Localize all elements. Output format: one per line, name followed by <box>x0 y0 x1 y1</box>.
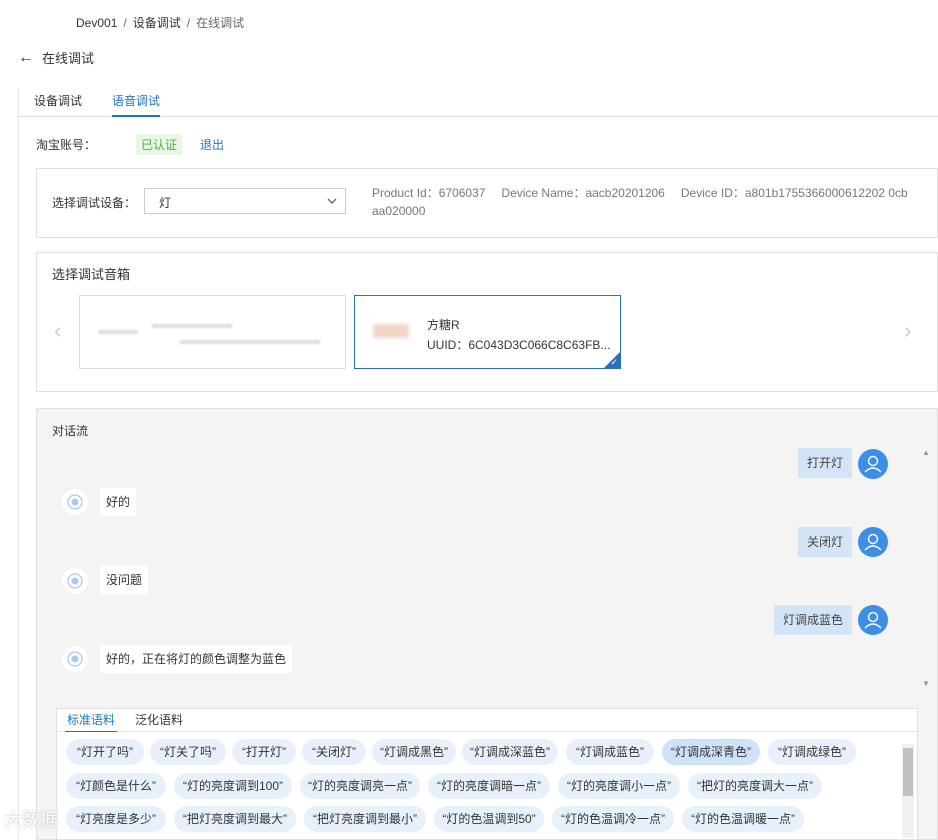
user-avatar-icon <box>858 449 888 479</box>
sample-chip[interactable]: “把灯的亮度调大一点” <box>688 773 822 799</box>
user-avatar-icon <box>858 605 888 635</box>
sample-chip[interactable]: “灯关了吗” <box>150 739 226 765</box>
speaker-card[interactable] <box>79 295 346 369</box>
speaker-card-uuid: UUID：6C043D3C066C8C63FB... <box>427 338 611 352</box>
chevron-down-icon <box>327 198 337 204</box>
watermark: 大数据 <box>4 810 58 830</box>
sample-chip[interactable]: “关闭灯” <box>302 739 366 765</box>
scroll-down-icon[interactable]: ▼ <box>922 679 930 688</box>
sample-chip[interactable]: “灯的亮度调小一点” <box>558 773 680 799</box>
carousel-next-icon[interactable]: › <box>904 318 911 344</box>
device-select[interactable]: 灯 <box>144 188 346 214</box>
main-tabs: 设备调试 语音调试 <box>18 88 938 117</box>
device-info: Product Id：6706037 Device Name：aacb202012… <box>372 184 912 220</box>
scrollbar-thumb[interactable] <box>903 748 913 796</box>
speaker-panel-title: 选择调试音箱 <box>52 267 131 282</box>
tab-standard-corpus[interactable]: 标准语料 <box>64 711 118 732</box>
speaker-thumbnail <box>373 324 409 338</box>
account-row: 淘宝账号： 已认证 退出 <box>36 134 224 155</box>
tab-voice-debug[interactable]: 语音调试 <box>112 88 161 117</box>
sample-chip[interactable]: “灯的色温调到50” <box>434 806 544 832</box>
carousel-prev-icon[interactable]: ‹ <box>54 318 61 344</box>
sample-chip[interactable]: “灯调成深蓝色” <box>462 739 558 765</box>
dialog-scrollbar[interactable]: ▲ ▼ <box>920 448 932 688</box>
sample-chip[interactable]: “灯亮度是多少” <box>66 806 166 832</box>
sample-chip[interactable]: “灯的亮度调亮一点” <box>300 773 420 799</box>
device-select-label: 选择调试设备： <box>52 196 137 210</box>
breadcrumb-item-current: 在线调试 <box>196 16 245 30</box>
check-icon: ✓ <box>610 357 618 367</box>
device-name: Device Name：aacb20201206 <box>501 186 665 200</box>
dialog-title: 对话流 <box>52 424 89 438</box>
page-header: ← 在线调试 <box>18 48 94 67</box>
samples-scrollbar[interactable] <box>902 744 914 838</box>
sample-chip[interactable]: “灯调成深青色” <box>662 739 760 765</box>
device-select-value: 灯 <box>159 196 172 210</box>
breadcrumb-item-debug[interactable]: 设备调试 <box>133 16 181 30</box>
user-avatar-icon <box>858 527 888 557</box>
tab-device-debug[interactable]: 设备调试 <box>34 88 82 115</box>
breadcrumb: Dev001 / 设备调试 / 在线调试 <box>76 14 244 31</box>
user-message: 打开灯 <box>798 448 853 478</box>
sample-chip[interactable]: “灯调成绿色” <box>768 739 856 765</box>
sample-chip[interactable]: “灯的色温调冷一点” <box>552 806 674 832</box>
bot-avatar-icon <box>62 646 88 672</box>
sample-chip[interactable]: “打开灯” <box>232 739 296 765</box>
sample-chip[interactable]: “把灯亮度调到最小” <box>304 806 426 832</box>
blurred-thumbnail <box>98 330 138 334</box>
bot-message: 好的 <box>100 488 137 516</box>
sample-chip[interactable]: “灯调成蓝色” <box>566 739 654 765</box>
page-title: 在线调试 <box>42 51 95 66</box>
scroll-up-icon[interactable]: ▲ <box>922 448 930 457</box>
sample-chip[interactable]: “灯颜色是什么” <box>66 773 166 799</box>
blurred-name <box>152 324 232 328</box>
tab-generalized-corpus[interactable]: 泛化语料 <box>135 711 183 728</box>
speaker-card-name: 方糖R <box>427 318 460 332</box>
sample-chip[interactable]: “灯的亮度调到100” <box>174 773 292 799</box>
logout-link[interactable]: 退出 <box>200 136 224 153</box>
breadcrumb-separator: / <box>186 16 191 30</box>
bot-avatar-icon <box>62 568 88 594</box>
user-message: 灯调成蓝色 <box>774 605 853 635</box>
bot-message: 好的，正在将灯的颜色调整为蓝色 <box>100 645 293 673</box>
breadcrumb-separator: / <box>123 16 127 30</box>
sample-chip[interactable]: “灯开了吗” <box>66 739 144 765</box>
back-arrow-icon[interactable]: ← <box>18 49 34 66</box>
bot-message: 没问题 <box>100 566 149 594</box>
sample-chip[interactable]: “灯的亮度调暗一点” <box>428 773 550 799</box>
sample-tabs: 标准语料 泛化语料 <box>57 709 917 732</box>
blurred-uuid <box>180 340 320 344</box>
sample-chip[interactable]: “灯的色温调暖一点” <box>682 806 804 832</box>
user-message: 关闭灯 <box>798 527 853 557</box>
product-id: Product Id：6706037 <box>372 186 486 200</box>
tab-content-border <box>18 88 19 838</box>
speaker-card-selected[interactable]: 方糖R UUID：6C043D3C066C8C63FB... ✓ <box>354 295 621 369</box>
sample-chip[interactable]: “把灯亮度调到最大” <box>174 806 296 832</box>
sample-chip[interactable]: “灯调成黑色” <box>372 739 456 765</box>
account-label: 淘宝账号： <box>36 138 97 152</box>
bot-avatar-icon <box>62 489 88 515</box>
verified-badge: 已认证 <box>136 134 183 155</box>
breadcrumb-item-device[interactable]: Dev001 <box>76 16 117 30</box>
